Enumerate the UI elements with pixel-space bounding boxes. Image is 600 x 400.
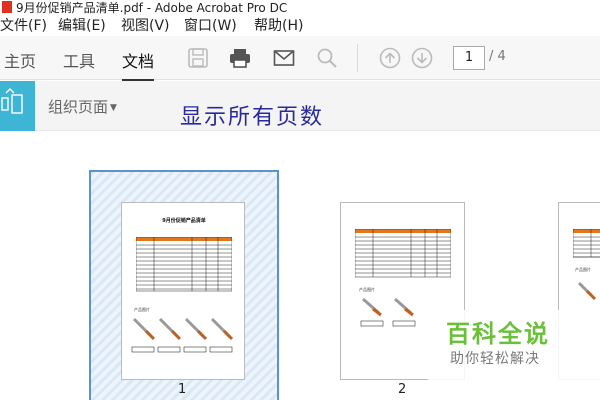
page-number-1: 1 [178,382,187,397]
next-page-icon[interactable] [411,47,433,69]
organize-pages-label: 组织页面 [48,98,109,116]
email-icon[interactable] [273,47,295,69]
previous-page-icon[interactable] [379,47,401,69]
watermark-subtitle: 助你轻松解决 [450,351,540,367]
page-heading: 9月份促销产品清单 [162,218,206,224]
annotation-text: 显示所有页数 [180,105,325,130]
acrobat-app-icon [2,1,12,13]
menu-bar: 文件(F) 编辑(E) 视图(V) 窗口(W) 帮助(H) [0,16,600,36]
acrobat-window: 9月份促销产品清单.pdf - Adobe Acrobat Pro DC 文件(… [0,0,600,400]
organize-pages-bar: 组织页面 ▼ 显示所有页数 [0,81,600,131]
menu-file[interactable]: 文件(F) [0,16,47,36]
chevron-down-icon: ▼ [110,103,117,113]
organize-pages-toggle[interactable] [0,81,35,131]
organize-pages-menu[interactable]: 组织页面 ▼ [48,96,117,117]
page-number-2: 2 [398,382,407,397]
product-table [355,229,451,278]
print-icon[interactable] [229,47,251,69]
organize-pages-icon [1,88,23,114]
section-label: 产品图片 [359,287,375,292]
watermark: 百科全说 助你轻松解决 [428,310,600,380]
save-icon[interactable] [187,47,209,69]
menu-window[interactable]: 窗口(W) [184,16,237,36]
page-thumbnail-1[interactable]: 9月份促销产品清单 产品图片 [121,202,245,380]
product-images [577,281,597,301]
section-label: 产品图片 [575,267,591,272]
watermark-title: 百科全说 [446,320,550,348]
menu-edit[interactable]: 编辑(E) [58,16,106,36]
tab-document[interactable]: 文档 [122,48,155,81]
page-number-input[interactable]: 1 [453,46,485,70]
page-total: / 4 [489,49,506,64]
product-table [136,237,232,292]
product-table [573,229,600,258]
menu-help[interactable]: 帮助(H) [254,16,303,36]
search-icon[interactable] [316,47,338,69]
tab-tools[interactable]: 工具 [63,48,95,72]
window-title: 9月份促销产品清单.pdf - Adobe Acrobat Pro DC [16,1,288,15]
menu-view[interactable]: 视图(V) [121,16,170,36]
tab-home[interactable]: 主页 [4,48,36,72]
product-images [360,297,416,327]
title-bar: 9月份促销产品清单.pdf - Adobe Acrobat Pro DC [0,0,600,16]
product-images [131,317,234,353]
toolbar-divider [357,44,358,72]
main-toolbar: 主页 工具 文档 1 / 4 [0,36,600,81]
